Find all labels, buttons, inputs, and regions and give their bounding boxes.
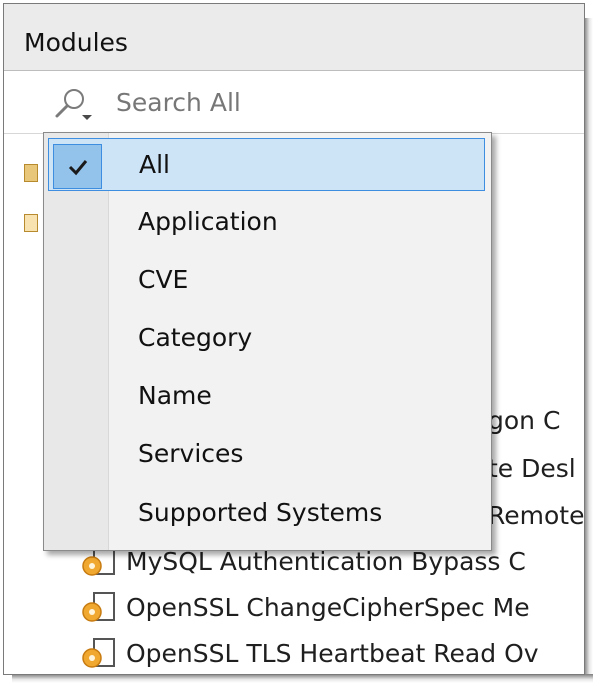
menu-item-category[interactable]: Category xyxy=(48,312,485,365)
window-shadow-bottom xyxy=(12,674,593,683)
chevron-down-icon xyxy=(82,115,92,120)
folder-icon xyxy=(24,164,38,182)
menu-item-label: Name xyxy=(138,381,212,410)
window-shadow-right xyxy=(584,18,593,683)
tree-item-module[interactable]: OpenSSL TLS Heartbeat Read Ov xyxy=(80,633,539,673)
folder-icon xyxy=(24,214,38,232)
menu-item-name[interactable]: Name xyxy=(48,370,485,423)
search-icon[interactable] xyxy=(52,87,94,123)
module-gear-icon xyxy=(82,592,115,622)
menu-item-label: All xyxy=(139,150,170,179)
tree-item-partial: te Desl xyxy=(488,454,576,483)
modules-panel: Modules gon C te Desl Remote MySQL Authe… xyxy=(3,3,585,675)
menu-item-all[interactable]: All xyxy=(48,138,485,191)
menu-item-label: Application xyxy=(138,207,278,236)
menu-item-label: Supported Systems xyxy=(138,498,383,527)
menu-item-label: Services xyxy=(138,439,244,468)
menu-item-label: CVE xyxy=(138,265,189,294)
search-bar xyxy=(4,71,584,134)
tree-item-label: OpenSSL ChangeCipherSpec Me xyxy=(126,592,530,622)
panel-title: Modules xyxy=(24,28,128,57)
tree-item-partial: Remote xyxy=(488,501,585,530)
menu-item-application[interactable]: Application xyxy=(48,196,485,249)
tree-item-label: OpenSSL TLS Heartbeat Read Ov xyxy=(126,638,539,668)
module-gear-icon xyxy=(82,638,115,668)
search-scope-dropdown: All Application CVE Category Name Servic… xyxy=(43,132,492,551)
tree-item-module[interactable]: OpenSSL ChangeCipherSpec Me xyxy=(80,587,530,627)
menu-item-supported-systems[interactable]: Supported Systems xyxy=(48,487,485,540)
menu-item-services[interactable]: Services xyxy=(48,428,485,481)
menu-item-cve[interactable]: CVE xyxy=(48,254,485,307)
tree-item-partial: gon C xyxy=(488,406,561,435)
menu-item-label: Category xyxy=(138,323,253,352)
checkmark-icon xyxy=(53,144,102,189)
panel-header: Modules xyxy=(4,4,584,71)
search-input[interactable] xyxy=(116,83,556,121)
